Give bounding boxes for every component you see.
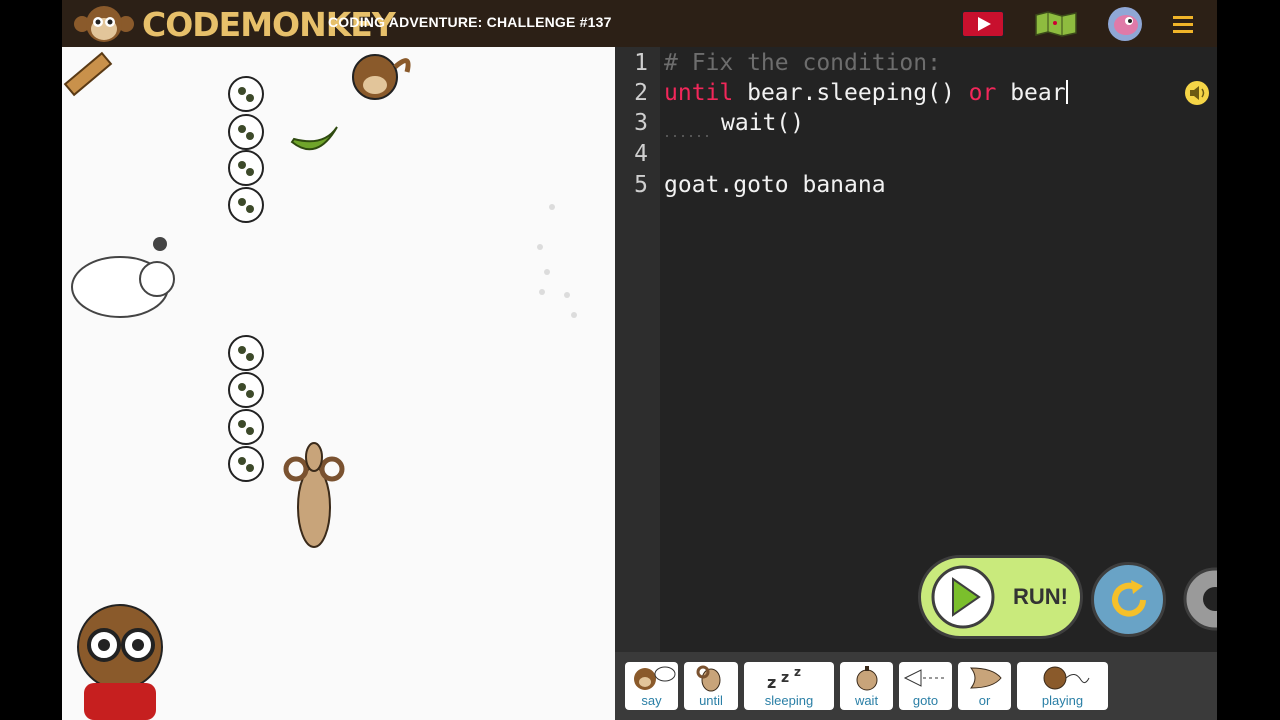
line-number: 5 [634,172,648,198]
palette-label: until [699,693,723,708]
play-video-icon [961,10,1005,38]
goat-icon [696,665,721,692]
bush-group-bottom [228,335,264,482]
bush-group-top [228,76,264,223]
sound-button[interactable] [1183,80,1211,106]
code-line-2[interactable]: until bear.sleeping() or bear [664,80,1068,106]
map-icon [1035,11,1077,37]
code-line-3[interactable]: wait() [721,110,804,136]
challenge-title: CODING ADVENTURE: CHALLENGE #137 [328,14,612,30]
speaker-icon [1185,81,1209,105]
settings-button[interactable] [1178,562,1217,637]
code-expr-1: bear.sleeping() [733,80,969,106]
monkey-speech-icon [633,666,675,690]
line-number: 1 [634,50,648,76]
keyword-or: or [968,80,997,106]
svg-text:z: z [767,673,776,692]
palette-label: or [978,693,991,708]
indent-guide [664,122,716,142]
zzz-icon: z z z [767,665,801,692]
monkey-character [352,54,411,100]
goto-arrow-icon [903,669,945,687]
avatar-button[interactable] [1107,6,1143,42]
monkey-logo-icon [74,6,134,42]
palette-item-sleeping[interactable]: z z z sleeping [744,662,834,710]
palette-item-until[interactable]: until [684,662,738,710]
svg-text:z: z [781,670,789,686]
palette-label: goto [912,693,939,708]
reset-arrow-icon [1111,579,1146,617]
footprints [537,204,577,318]
run-label: RUN! [1013,584,1068,609]
line-number: 4 [634,141,648,167]
user-avatar-icon [1108,7,1142,41]
palette-label: wait [854,693,879,708]
palette-item-or[interactable]: or [958,662,1011,710]
menu-button[interactable] [1170,9,1196,39]
hamburger-menu-icon [1173,16,1193,33]
text-cursor [1065,80,1068,104]
code-line-1[interactable]: # Fix the condition: [664,50,941,76]
reset-button[interactable] [1091,562,1166,637]
palette-label: sleeping [764,693,814,708]
play-icon [931,565,995,629]
palette-item-playing[interactable]: playing [1017,662,1108,710]
palette-item-goto[interactable]: goto [899,662,952,710]
game-area [62,47,615,720]
keyword-until: until [664,80,734,106]
code-expr-2: bear [996,80,1066,106]
ruler-icon[interactable] [63,51,113,97]
or-gate-icon [969,667,1002,689]
map-button[interactable] [1034,9,1078,39]
palette-label: playing [1041,693,1084,708]
line-number: 3 [634,110,648,136]
line-number: 2 [634,80,648,106]
video-button[interactable] [961,9,1005,39]
run-button[interactable]: RUN! [918,555,1083,639]
palette-item-wait[interactable]: wait [840,662,893,710]
ball-of-yarn-icon [1043,666,1089,690]
code-line-5[interactable]: goat.goto banana [664,172,886,198]
line-number-gutter [615,47,660,652]
svg-text:z: z [794,665,801,679]
stopwatch-icon [856,666,877,691]
palette-item-say[interactable]: say [625,662,678,710]
palette-label: say [641,693,662,708]
guide-monkey-character [77,604,163,720]
goat-character [283,442,345,548]
gear-icon [1183,567,1217,631]
banana-item [290,126,338,151]
polar-bear-character [71,237,175,318]
